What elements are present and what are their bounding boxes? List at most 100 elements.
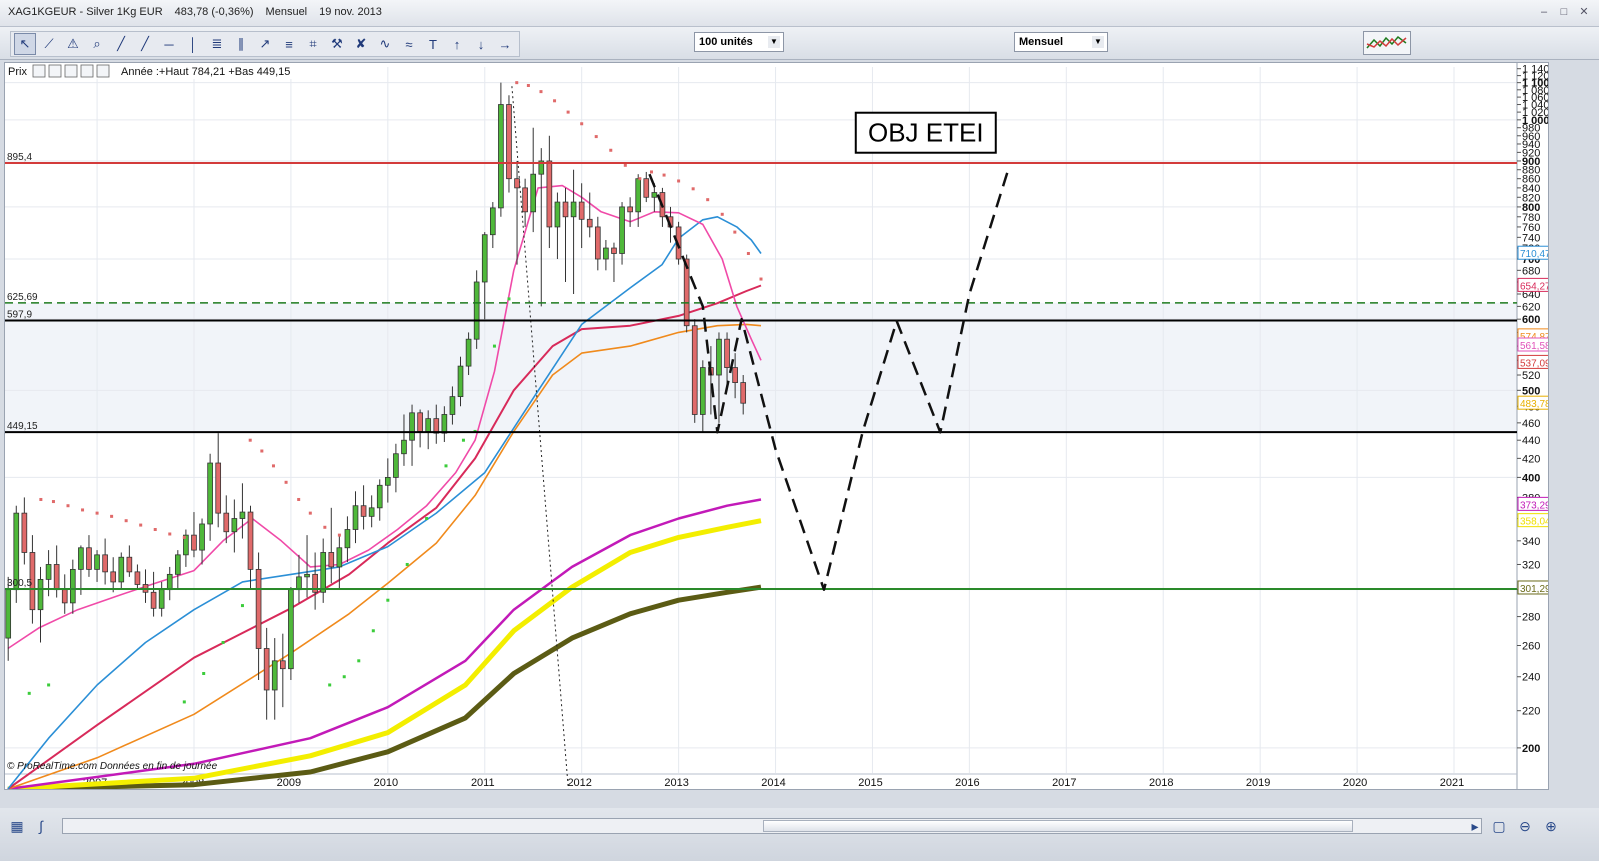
x-tick-label: 2012	[567, 777, 591, 789]
candle-body	[78, 547, 84, 570]
y-tick-label: 520	[1522, 370, 1540, 382]
sar-point-green	[182, 700, 186, 704]
pointer-icon[interactable]: ↖	[14, 33, 36, 55]
zoom-in-icon[interactable]: ⊕	[1542, 817, 1560, 835]
window-icon[interactable]	[48, 64, 62, 78]
sar-point-red	[323, 525, 327, 529]
y-tick-label: 200	[1522, 743, 1540, 755]
segment-icon[interactable]: ╱	[110, 33, 132, 55]
sar-point-green	[425, 517, 429, 521]
gann-icon[interactable]: ⌗	[302, 33, 324, 55]
x-tick-label: 2018	[1149, 777, 1173, 789]
indicator-chart-icon	[1366, 35, 1407, 49]
candle-body	[37, 578, 44, 611]
y-tick-label: 280	[1522, 612, 1540, 624]
x-tick-label: 2019	[1246, 777, 1270, 789]
candle-body	[53, 564, 60, 591]
zoom-icon[interactable]: ⌕	[86, 33, 108, 55]
candle-body	[441, 414, 448, 434]
wave-icon[interactable]: ≈	[398, 33, 420, 55]
candle-body	[304, 573, 310, 578]
candle-body	[570, 201, 577, 218]
sar-point-green	[386, 598, 390, 602]
candle-body	[732, 367, 738, 383]
sar-point-red	[526, 83, 530, 87]
zoom-fit-icon[interactable]: ▢	[1490, 817, 1508, 835]
zoom-out-icon[interactable]: ⊖	[1516, 817, 1534, 835]
sar-point-red	[182, 535, 186, 539]
sell-arrow-icon[interactable]: ↓	[470, 33, 492, 55]
sar-point-red	[248, 438, 252, 442]
candle-body	[417, 412, 423, 432]
time-scrollbar[interactable]	[62, 818, 1482, 834]
sar-point-green	[371, 629, 375, 633]
delete-icon[interactable]: ✘	[350, 33, 372, 55]
candles-icon[interactable]: ∫	[32, 817, 50, 835]
sar-point-red	[720, 212, 724, 216]
timeframe-select[interactable]: Mensuel ▼	[1014, 32, 1108, 52]
candle-body	[247, 511, 254, 570]
chart-type-icon[interactable]: ▦	[8, 817, 26, 835]
close-icon[interactable]	[64, 64, 78, 78]
sar-point-red	[66, 504, 70, 508]
candle-body	[199, 523, 205, 551]
sar-point-red	[623, 163, 627, 167]
window-controls: – □ ✕	[1537, 5, 1591, 19]
value-badge-label: 483,78	[1520, 399, 1548, 410]
pattern-icon[interactable]: ∿	[374, 33, 396, 55]
fan-icon[interactable]: ≣	[206, 33, 228, 55]
minimize-button[interactable]: –	[1537, 5, 1551, 19]
candle-body	[594, 226, 601, 260]
arrow-tool-icon[interactable]: ↗	[254, 33, 276, 55]
horizontal-line-icon[interactable]: ─	[158, 33, 180, 55]
alarm-icon[interactable]: ⚠	[62, 33, 84, 55]
candle-body	[409, 412, 415, 441]
sar-point-red	[566, 110, 570, 114]
export-icon[interactable]	[80, 64, 94, 78]
candle-body	[465, 338, 472, 367]
y-tick-label: 680	[1522, 265, 1540, 277]
candle-body	[86, 547, 92, 570]
level-label: 597,9	[7, 310, 32, 321]
buy-arrow-icon[interactable]: ↑	[446, 33, 468, 55]
candle-body	[562, 201, 569, 218]
sar-point-red	[515, 81, 519, 85]
settings-icon[interactable]	[96, 64, 110, 78]
sar-point-red	[260, 449, 264, 453]
scroll-right-icon[interactable]: ▸	[1466, 817, 1484, 835]
settings-icon[interactable]: ⚒	[326, 33, 348, 55]
fibonacci-icon[interactable]: ≡	[278, 33, 300, 55]
wrench-icon[interactable]	[32, 64, 46, 78]
candle-body	[255, 568, 262, 649]
value-badge-label: 373,29	[1520, 500, 1548, 511]
maximize-button[interactable]: □	[1557, 5, 1571, 19]
candle-body	[498, 104, 504, 209]
sar-point-green	[444, 464, 448, 468]
candle-body	[150, 591, 157, 609]
sar-point-red	[81, 508, 85, 512]
price-chart[interactable]: 1 1401 1201 1001 0801 0601 0401 0201 000…	[5, 63, 1548, 789]
close-button[interactable]: ✕	[1577, 5, 1591, 19]
vertical-line-icon[interactable]: │	[182, 33, 204, 55]
text-icon[interactable]: T	[422, 33, 444, 55]
y-tick-label: 240	[1522, 672, 1540, 684]
candle-body	[69, 568, 76, 604]
candle-body	[158, 589, 165, 609]
candle-body	[344, 529, 351, 549]
sar-point-green	[342, 675, 346, 679]
ruler-icon[interactable]: ⟋	[38, 33, 60, 55]
y-tick-label: 440	[1522, 435, 1540, 447]
candle-body	[643, 178, 650, 198]
candle-body	[546, 160, 553, 228]
candle-body	[586, 218, 593, 228]
sar-point-red	[539, 90, 543, 94]
sar-point-red	[759, 277, 763, 281]
scrollbar-thumb[interactable]	[763, 820, 1353, 832]
drawing-toolbar: ↖ ⟋ ⚠ ⌕ ╱ ╱ ─ │ ≣ ∥ ↗ ≡ ⌗ ⚒ ✘ ∿ ≈ T ↑ ↓ → 100 unités ▼ Mensu…	[0, 27, 1599, 60]
next-arrow-icon[interactable]: →	[494, 33, 516, 55]
indicators-button[interactable]	[1363, 31, 1411, 55]
units-select[interactable]: 100 unités ▼	[694, 32, 784, 52]
line-icon[interactable]: ╱	[134, 33, 156, 55]
channel-icon[interactable]: ∥	[230, 33, 252, 55]
sar-point-red	[609, 148, 613, 152]
